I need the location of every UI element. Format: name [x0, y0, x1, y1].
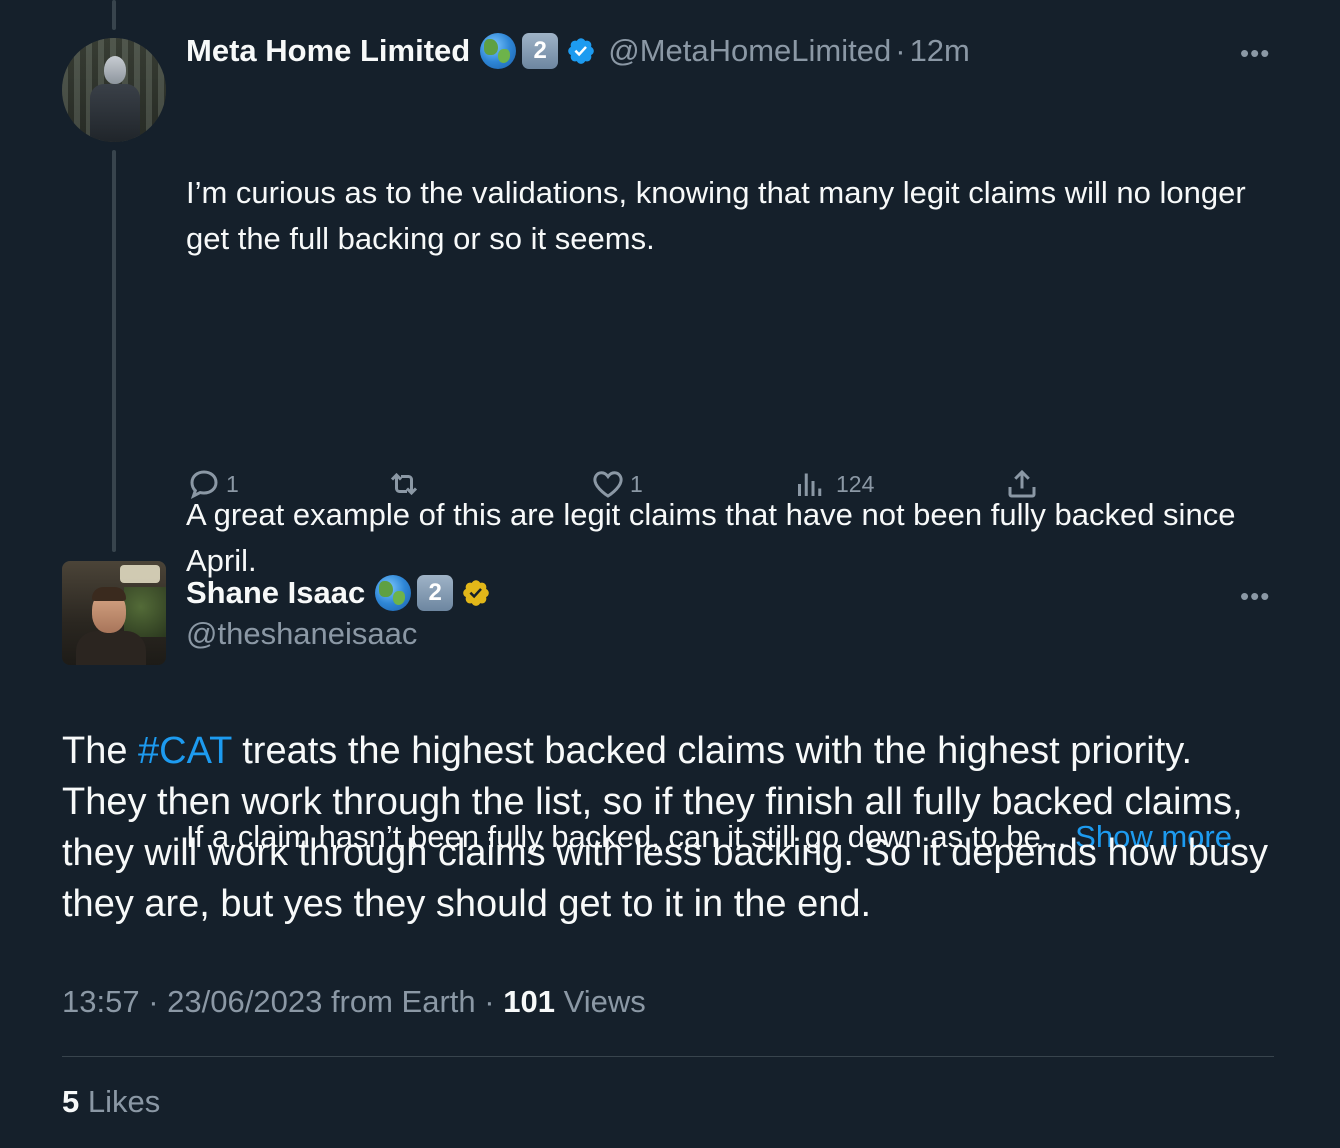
main-tweet-text: The #CAT treats the highest backed claim…	[62, 726, 1282, 930]
reply-button[interactable]: 1	[186, 464, 239, 504]
separator-dot: ·	[484, 984, 495, 1019]
avatar-shane-isaac[interactable]	[62, 561, 166, 665]
tweet-meta-line: 13:57 · 23/06/2023 from Earth · 101 View…	[62, 984, 646, 1020]
likes-summary[interactable]: 5 Likes	[62, 1084, 160, 1120]
separator-dot: ·	[148, 984, 159, 1019]
divider	[62, 1056, 1274, 1057]
reply-icon	[190, 470, 218, 500]
parent-paragraph-1: I’m curious as to the validations, knowi…	[186, 175, 1255, 256]
thread-line-top	[112, 0, 116, 30]
views-total: 101	[503, 984, 555, 1019]
keycap-2-icon: 2	[522, 33, 559, 69]
main-display-name[interactable]: Shane Isaac	[186, 575, 365, 611]
avatar-background-plants	[124, 587, 166, 637]
main-text-before: The	[62, 730, 139, 772]
parent-display-name[interactable]: Meta Home Limited	[186, 33, 470, 69]
tweet-time[interactable]: 13:57	[62, 984, 140, 1019]
verified-gold-icon[interactable]	[461, 578, 491, 608]
globe-icon	[480, 33, 517, 69]
share-icon	[1008, 469, 1036, 498]
main-text-after: treats the highest backed claims with th…	[62, 730, 1269, 925]
parent-user-line: Meta Home Limited 2 @MetaHomeLimited · 1…	[186, 31, 970, 71]
like-button[interactable]: 1	[590, 464, 643, 504]
share-button[interactable]	[1004, 464, 1040, 504]
parent-handle[interactable]: @MetaHomeLimited	[608, 33, 891, 69]
avatar-background-light	[120, 565, 160, 583]
like-count: 1	[630, 470, 643, 497]
avatar-figure-torso	[90, 84, 140, 142]
tweet-source: from Earth	[330, 984, 476, 1019]
separator-dot: ·	[895, 33, 906, 68]
parent-paragraph-2: A great example of this are legit claims…	[186, 497, 1243, 578]
views-count: 124	[836, 470, 875, 497]
heart-icon	[593, 471, 623, 498]
keycap-2-icon: 2	[417, 575, 454, 611]
retweet-button[interactable]	[386, 464, 426, 504]
more-horizontal-icon[interactable]: •••	[1240, 40, 1270, 66]
globe-icon	[375, 575, 412, 611]
retweet-icon	[390, 472, 418, 496]
thread-line-connector	[112, 150, 116, 552]
avatar-meta-home[interactable]	[62, 38, 166, 142]
avatar-person-jacket	[76, 631, 146, 665]
more-horizontal-icon[interactable]: •••	[1240, 583, 1270, 609]
verified-blue-icon[interactable]	[566, 36, 596, 66]
tweet-date[interactable]: 23/06/2023	[167, 984, 322, 1019]
hashtag-link[interactable]: #CAT	[138, 730, 232, 772]
avatar-figure-head	[104, 56, 126, 84]
views-chart-icon	[798, 473, 822, 496]
avatar-person-hair	[92, 587, 126, 601]
main-user-line: Shane Isaac 2	[186, 573, 491, 613]
views-button[interactable]: 124	[792, 464, 874, 504]
likes-label: Likes	[87, 1084, 161, 1119]
views-label: Views	[563, 984, 646, 1019]
main-handle[interactable]: @theshaneisaac	[186, 616, 417, 652]
likes-total: 5	[62, 1084, 80, 1119]
reply-count: 1	[226, 470, 239, 497]
parent-timestamp[interactable]: 12m	[910, 33, 970, 69]
